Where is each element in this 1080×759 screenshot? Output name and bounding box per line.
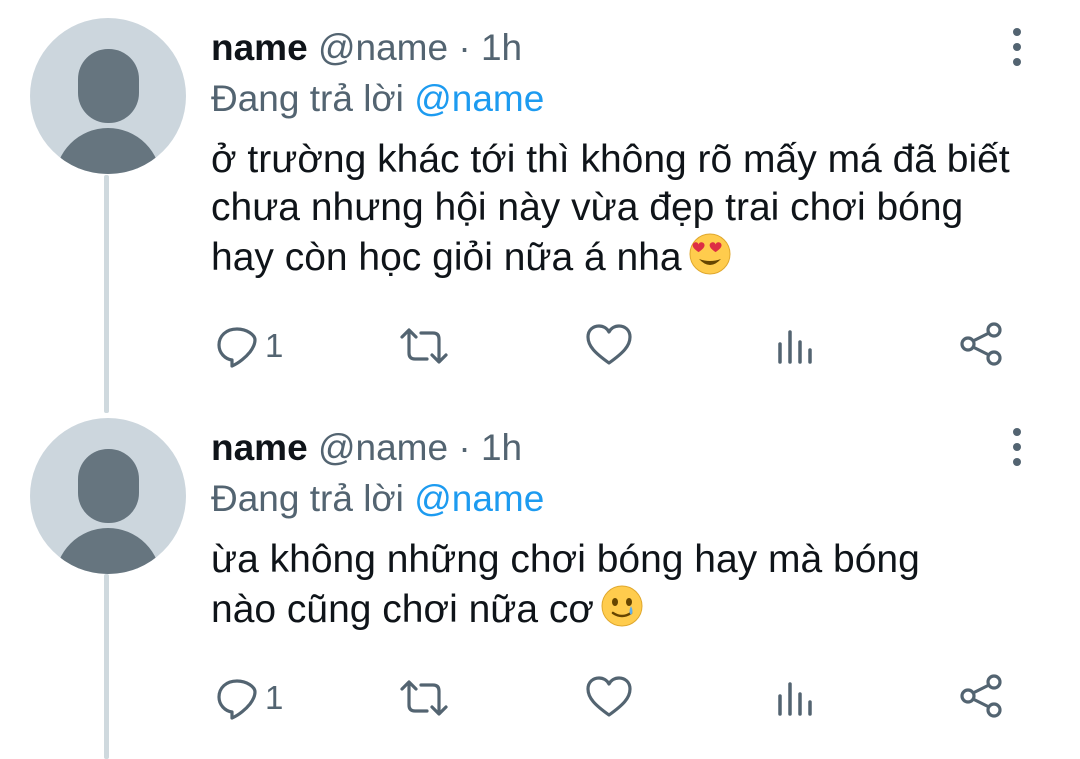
tweet-text-content: ừa không những chơi bóng hay mà bóng nào… xyxy=(211,538,920,631)
avatar[interactable] xyxy=(30,418,186,574)
retweet-icon xyxy=(400,680,448,716)
avatar-head xyxy=(78,449,139,523)
avatar-shoulders xyxy=(55,528,161,574)
share-button[interactable] xyxy=(960,322,1004,366)
separator-dot: · xyxy=(458,427,471,468)
tweet-text: ở trường khác tới thì không rõ mấy má đã… xyxy=(211,136,1011,288)
tweet-text-content: ở trường khác tới thì không rõ mấy má đã… xyxy=(211,138,1010,279)
share-button[interactable] xyxy=(960,674,1004,718)
user-handle[interactable]: @name xyxy=(318,427,448,468)
like-icon xyxy=(586,324,632,365)
display-name[interactable]: name xyxy=(211,427,308,468)
like-button[interactable] xyxy=(585,323,633,367)
separator-dot: · xyxy=(458,27,471,68)
share-icon xyxy=(960,322,1002,366)
replying-to: Đang trả lời @name xyxy=(211,77,544,121)
like-icon xyxy=(586,676,632,717)
user-handle[interactable]: @name xyxy=(318,27,448,68)
analytics-button[interactable] xyxy=(775,326,819,366)
mention-link[interactable]: @name xyxy=(414,78,544,119)
timestamp[interactable]: 1h xyxy=(481,427,522,468)
timestamp[interactable]: 1h xyxy=(481,27,522,68)
mention-link[interactable]: @name xyxy=(414,478,544,519)
replying-prefix: Đang trả lời xyxy=(211,478,404,519)
reply-icon xyxy=(217,679,257,720)
tweet-text: ừa không những chơi bóng hay mà bóng nào… xyxy=(211,536,971,640)
reply-count: 1 xyxy=(265,679,284,716)
tweet[interactable]: name @name · 1h Đang trả lời @name ở trư… xyxy=(0,0,1080,400)
analytics-icon xyxy=(778,682,812,716)
share-icon xyxy=(960,674,1002,718)
retweet-button[interactable] xyxy=(398,326,450,366)
action-bar: 1 xyxy=(0,320,1080,370)
reply-button[interactable]: 1 xyxy=(215,324,283,368)
reply-icon xyxy=(217,327,257,368)
display-name[interactable]: name xyxy=(211,27,308,68)
analytics-icon xyxy=(778,330,812,364)
more-vertical-icon[interactable] xyxy=(1000,422,1034,472)
retweet-icon xyxy=(400,328,448,364)
avatar-head xyxy=(78,49,139,123)
avatar-shoulders xyxy=(55,128,161,174)
reply-count: 1 xyxy=(265,327,284,364)
more-vertical-icon[interactable] xyxy=(1000,22,1034,72)
reply-button[interactable]: 1 xyxy=(215,676,283,720)
tweet-header: name @name · 1h xyxy=(211,26,522,70)
action-bar: 1 xyxy=(0,672,1080,722)
heart-eyes-emoji-icon xyxy=(688,232,732,288)
replying-to: Đang trả lời @name xyxy=(211,477,544,521)
holding-back-tears-emoji-icon xyxy=(600,584,644,640)
like-button[interactable] xyxy=(585,675,633,719)
avatar[interactable] xyxy=(30,18,186,174)
tweet-header: name @name · 1h xyxy=(211,426,522,470)
retweet-button[interactable] xyxy=(398,678,450,718)
replying-prefix: Đang trả lời xyxy=(211,78,404,119)
tweet[interactable]: name @name · 1h Đang trả lời @name ừa kh… xyxy=(0,400,1080,759)
analytics-button[interactable] xyxy=(775,678,819,718)
